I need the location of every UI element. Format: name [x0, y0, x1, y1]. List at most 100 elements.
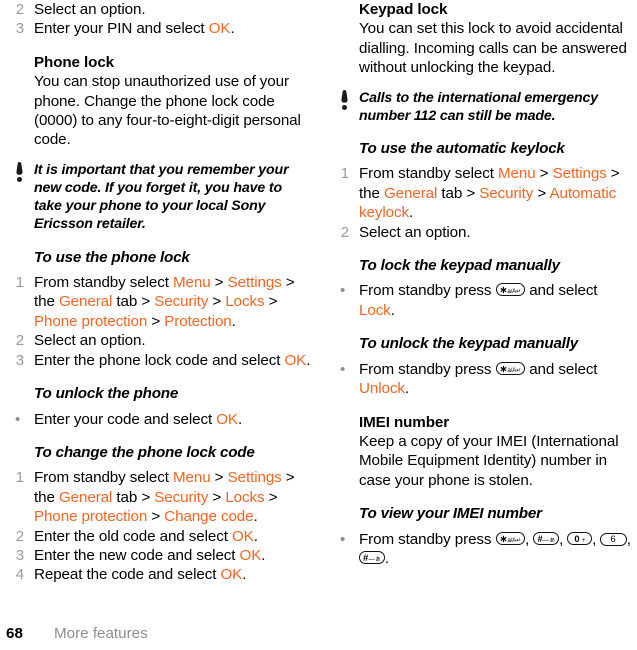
star-key-arrow: ↵ — [516, 536, 522, 544]
menu-link[interactable]: Menu — [498, 165, 536, 182]
list-item: 1 From standby select Menu > Settings > … — [6, 273, 311, 331]
step-number: 3 — [15, 351, 24, 369]
menu-path-text: . — [253, 508, 258, 526]
menu-path: From standby select Menu > Settings > th… — [34, 469, 295, 525]
key-separator: , — [559, 530, 568, 548]
zero-key-plus: + — [581, 536, 586, 544]
section-body-phone-lock: You can stop unauthorized use of your ph… — [34, 73, 301, 149]
bullet-icon: • — [340, 282, 346, 300]
menu-link[interactable]: Change code — [164, 508, 253, 525]
menu-path-text: > — [210, 274, 228, 292]
list-item: • Enter your code and select OK. — [6, 410, 311, 429]
menu-path-text: . — [242, 566, 247, 584]
menu-link[interactable]: OK — [284, 352, 306, 369]
list-item: • From standby press ∗a/A↵ and select Loc… — [331, 281, 636, 320]
list-item: 2 Select an option. — [6, 0, 311, 19]
manual-page: 2 Select an option. 3 Enter your PIN and… — [0, 0, 637, 650]
step-text-post: . — [404, 380, 409, 398]
zero-key-icon: 0 + — [567, 531, 593, 545]
menu-path-text: Repeat the code and select — [34, 566, 221, 584]
list-item: 1 From standby select Menu > Settings > … — [6, 468, 311, 526]
menu-path-text: > — [210, 469, 228, 487]
menu-link-lock[interactable]: Lock — [359, 302, 391, 319]
list-item: • From standby press ∗a/A↵, #—ぁ, 0 +, 6, … — [331, 530, 636, 569]
menu-path-text: tab > — [437, 184, 480, 202]
menu-link[interactable]: General — [59, 489, 112, 506]
menu-link[interactable]: Locks — [225, 293, 264, 310]
menu-link[interactable]: Security — [154, 489, 208, 506]
menu-link[interactable]: General — [59, 293, 112, 310]
menu-path: From standby select Menu > Settings > th… — [34, 274, 295, 330]
step-number: 4 — [15, 566, 24, 584]
hash-key-label: ぁ — [549, 536, 556, 544]
menu-path-text: . — [408, 204, 414, 222]
procedure-heading-change-code: To change the phone lock code — [34, 443, 255, 461]
menu-link[interactable]: OK — [216, 411, 238, 428]
menu-link[interactable]: OK — [220, 566, 242, 583]
exclamation-icon — [14, 161, 25, 183]
procedure-heading-unlock-keypad: To unlock the keypad manually — [359, 335, 578, 353]
menu-path-text: > — [147, 508, 165, 526]
list-item: 2 Enter the old code and select OK. — [6, 527, 311, 546]
page-number: 68 — [6, 625, 23, 642]
step-number: 1 — [340, 165, 349, 183]
menu-path-text: tab > — [112, 488, 155, 506]
section-heading-keypad-lock: Keypad lock — [359, 1, 448, 18]
six-key-symbol: 6 — [610, 533, 617, 545]
bullet-icon: • — [15, 410, 21, 428]
procedure-heading-view-imei: To view your IMEI number — [359, 505, 542, 523]
star-key-label: a/A — [507, 366, 517, 374]
step-number: 3 — [15, 20, 24, 38]
note-callout: Calls to the international emergency num… — [331, 89, 636, 125]
list-item: 3 Enter the phone lock code and select O… — [6, 351, 311, 370]
menu-link-ok[interactable]: OK — [209, 20, 231, 37]
step-number: 2 — [15, 1, 24, 18]
star-key-icon: ∗a/A↵ — [495, 283, 526, 297]
menu-link[interactable]: Menu — [173, 274, 211, 291]
key-separator: , — [525, 530, 534, 548]
hash-key-icon: #—ぁ — [359, 550, 385, 564]
procedure-heading-automatic-keylock: To use the automatic keylock — [359, 140, 565, 158]
menu-link[interactable]: OK — [232, 528, 254, 545]
step-number: 2 — [340, 223, 349, 241]
menu-link[interactable]: Settings — [553, 165, 607, 182]
list-item: 2 Select an option. — [331, 223, 636, 242]
step-number: 1 — [15, 274, 24, 292]
procedure-heading-lock-keypad: To lock the keypad manually — [359, 257, 560, 275]
section-heading-phone-lock: Phone lock — [34, 53, 115, 71]
star-key-label: a/A — [507, 536, 517, 544]
step-text-pre: From standby press — [359, 530, 496, 548]
menu-link[interactable]: OK — [240, 547, 262, 564]
note-text: It is important that you remember your n… — [34, 161, 289, 233]
star-key-arrow: ↵ — [516, 288, 522, 296]
menu-link[interactable]: Phone protection — [34, 508, 147, 525]
menu-path: Enter the new code and select OK. — [34, 547, 266, 564]
menu-path-text: Enter the phone lock code and select — [34, 351, 285, 369]
menu-link[interactable]: Settings — [228, 274, 282, 291]
key-separator: , — [592, 530, 601, 548]
menu-link[interactable]: Menu — [173, 469, 211, 486]
section-body-imei: Keep a copy of your IMEI (International … — [359, 432, 619, 489]
menu-path-text: . — [231, 312, 236, 330]
menu-link[interactable]: Protection — [164, 313, 231, 330]
list-item: • From standby press ∗a/A↵ and select Unl… — [331, 360, 636, 399]
menu-link[interactable]: Locks — [225, 489, 264, 506]
menu-path-text: tab > — [112, 293, 155, 311]
footer-section-name: More features — [54, 625, 148, 642]
menu-link-unlock[interactable]: Unlock — [359, 380, 405, 397]
menu-link[interactable]: Phone protection — [34, 313, 147, 330]
menu-link[interactable]: General — [384, 185, 437, 202]
menu-path: Enter your code and select OK. — [34, 411, 242, 428]
step-number: 3 — [15, 546, 24, 564]
menu-link[interactable]: Security — [479, 185, 533, 202]
menu-path-text: > — [535, 165, 553, 183]
step-number: 2 — [15, 527, 24, 545]
menu-path-text: > — [264, 488, 278, 506]
menu-link[interactable]: Settings — [228, 469, 282, 486]
step-text-post: . — [390, 301, 395, 319]
menu-path-text: From standby select — [34, 469, 173, 487]
menu-path-text: Enter the old code and select — [34, 527, 232, 545]
menu-link[interactable]: Security — [154, 293, 208, 310]
procedure-heading-unlock-phone: To unlock the phone — [34, 385, 179, 403]
note-callout: It is important that you remember your n… — [6, 161, 311, 234]
